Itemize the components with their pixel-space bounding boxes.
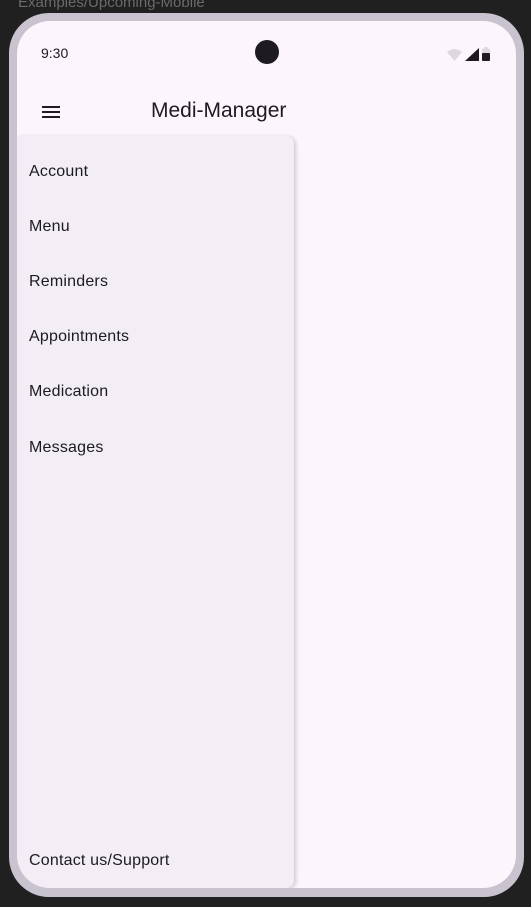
status-bar: 9:30 bbox=[17, 21, 516, 83]
drawer-item-contact-support[interactable]: Contact us/Support bbox=[17, 839, 294, 883]
app-title: Medi-Manager bbox=[151, 99, 287, 122]
wifi-icon bbox=[447, 49, 462, 61]
menu-button[interactable] bbox=[31, 92, 71, 132]
battery-icon bbox=[482, 47, 490, 61]
drawer-item-medication[interactable]: Medication bbox=[17, 370, 294, 414]
cellular-signal-icon bbox=[465, 48, 479, 61]
top-app-bar: Medi-Manager bbox=[17, 83, 516, 141]
navigation-drawer: Account Menu Reminders Appointments Medi… bbox=[17, 136, 294, 888]
hamburger-menu-icon bbox=[42, 106, 60, 118]
drawer-item-messages[interactable]: Messages bbox=[17, 426, 294, 470]
device-frame: 9:30 Medi-Manager Account Menu Reminders… bbox=[9, 13, 524, 897]
phone-screen: 9:30 Medi-Manager Account Menu Reminders… bbox=[17, 21, 516, 888]
status-time: 9:30 bbox=[41, 45, 69, 61]
drawer-item-reminders[interactable]: Reminders bbox=[17, 260, 294, 304]
frame-caption: Examples/Upcoming-Mobile bbox=[18, 0, 205, 11]
drawer-item-menu[interactable]: Menu bbox=[17, 205, 294, 249]
drawer-item-account[interactable]: Account bbox=[17, 150, 294, 194]
camera-cutout bbox=[255, 40, 279, 64]
drawer-item-appointments[interactable]: Appointments bbox=[17, 315, 294, 359]
status-icons bbox=[447, 47, 490, 61]
